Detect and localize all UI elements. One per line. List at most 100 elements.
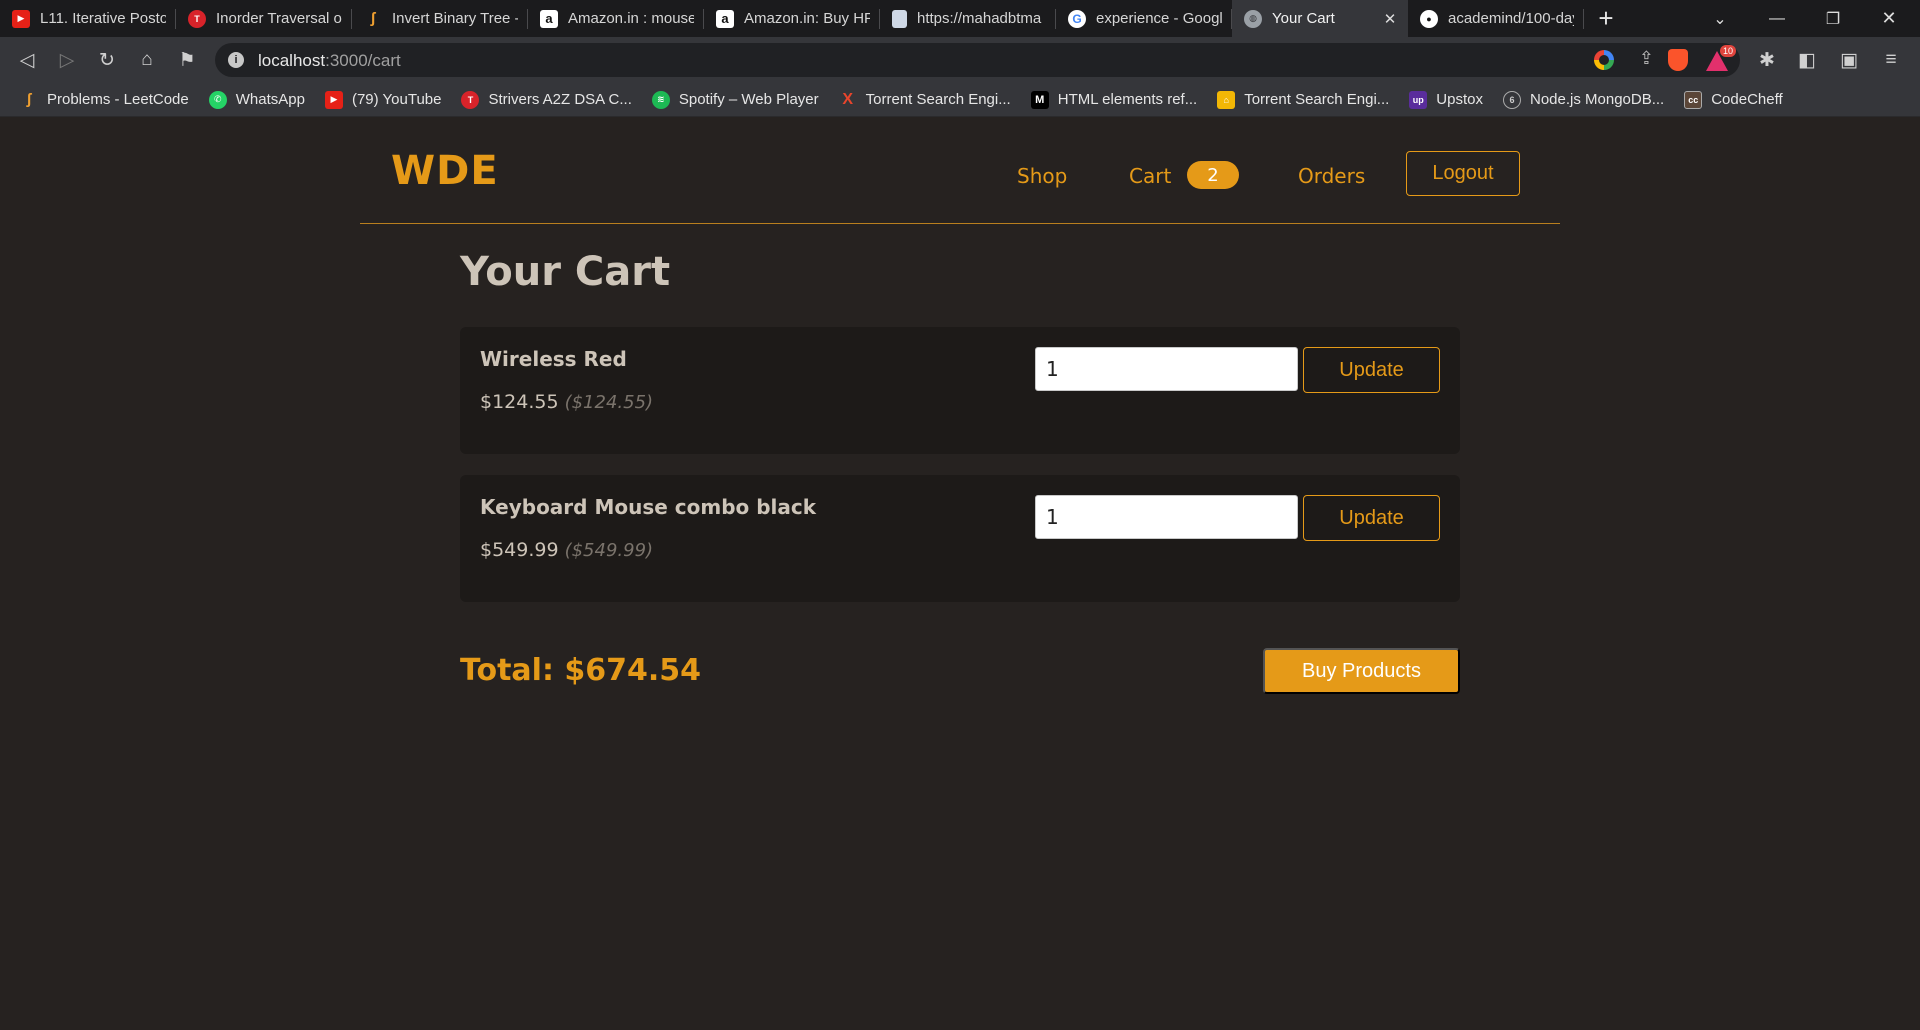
menu-icon[interactable]: ≡	[1876, 45, 1906, 75]
page-title: Your Cart	[460, 249, 671, 295]
google-lens-icon[interactable]	[1594, 50, 1614, 70]
extensions-icon[interactable]: ✱	[1752, 45, 1782, 75]
browser-tab[interactable]: ʃ Invert Binary Tree -	[352, 0, 528, 37]
item-name: Keyboard Mouse combo black	[480, 495, 817, 519]
close-tab-icon[interactable]: ✕	[1382, 10, 1398, 28]
cart-total: Total: $674.54	[460, 653, 702, 688]
site-logo[interactable]: WDE	[391, 148, 499, 194]
update-quantity-button[interactable]: Update	[1303, 347, 1440, 393]
browser-tab[interactable]: ▶ L11. Iterative Postor	[0, 0, 176, 37]
browser-tab-active[interactable]: ◍ Your Cart ✕	[1232, 0, 1408, 37]
bookmark-item[interactable]: ✆ WhatsApp	[208, 90, 305, 109]
bookmark-item[interactable]: T Strivers A2Z DSA C...	[461, 90, 632, 109]
tab-strip: ▶ L11. Iterative Postor T Inorder Traver…	[0, 0, 1920, 37]
brave-shields-icon[interactable]	[1668, 49, 1688, 71]
browser-tab[interactable]: a Amazon.in : mouse	[528, 0, 704, 37]
bookmark-icon[interactable]: ⚑	[172, 45, 202, 75]
spotify-icon: ≋	[651, 90, 670, 109]
upstox-icon: up	[1409, 90, 1428, 109]
quantity-input[interactable]	[1035, 347, 1298, 391]
nav-orders-link[interactable]: Orders	[1298, 164, 1365, 188]
bookmark-label: Node.js MongoDB...	[1529, 91, 1665, 108]
globe-icon: ◍	[1244, 9, 1262, 28]
bookmark-item[interactable]: ʃ Problems - LeetCode	[20, 91, 189, 109]
amazon-icon: a	[716, 9, 734, 28]
bookmark-item[interactable]: ≋ Spotify – Web Player	[651, 90, 819, 109]
tab-title: Amazon.in : mouse	[568, 10, 694, 27]
node-mongo-icon: 6	[1502, 90, 1521, 109]
bookmark-label: CodeCheff	[1711, 91, 1783, 108]
brave-rewards-icon[interactable]: 10	[1706, 45, 1736, 71]
codechef-icon: cc	[1684, 90, 1703, 109]
url-text[interactable]: localhost:3000/cart	[258, 51, 401, 71]
browser-tab[interactable]: https://mahadbtma	[880, 0, 1056, 37]
bookmark-label: Torrent Search Engi...	[865, 91, 1011, 108]
mdn-icon: M	[1030, 90, 1049, 109]
site-header: WDE Shop Cart 2 Orders Logout	[360, 118, 1560, 224]
tab-title: Inorder Traversal of	[216, 10, 342, 27]
bookmark-item[interactable]: M HTML elements ref...	[1030, 90, 1198, 109]
github-icon: ●	[1420, 9, 1438, 28]
item-total-price: $124.55	[480, 391, 559, 413]
tab-title: academind/100-day	[1448, 10, 1574, 27]
address-bar[interactable]: i localhost:3000/cart ⇪ 10	[215, 43, 1740, 77]
site-info-icon[interactable]: i	[228, 52, 244, 68]
leetcode-icon: ʃ	[26, 91, 32, 108]
google-icon: G	[1068, 9, 1086, 28]
new-tab-button[interactable]: +	[1584, 0, 1628, 37]
browser-toolbar: ◁ ▷ ↻ ⌂ ⚑ i localhost:3000/cart ⇪ 10 ✱ ◧…	[0, 37, 1920, 83]
back-icon[interactable]: ◁	[12, 45, 42, 75]
youtube-icon: ▶	[12, 9, 30, 28]
nav-cart-link[interactable]: Cart	[1129, 164, 1171, 188]
bookmark-item[interactable]: up Upstox	[1409, 90, 1483, 109]
torrent-x-icon: X	[842, 90, 853, 108]
url-path: :3000/cart	[325, 51, 401, 70]
browser-tab[interactable]: a Amazon.in: Buy HP	[704, 0, 880, 37]
bookmark-label: HTML elements ref...	[1057, 91, 1198, 108]
bookmark-label: Strivers A2Z DSA C...	[488, 91, 632, 108]
cart-count-badge: 2	[1187, 161, 1239, 189]
forward-icon[interactable]: ▷	[52, 45, 82, 75]
bookmark-label: Problems - LeetCode	[47, 91, 189, 108]
home-icon[interactable]: ⌂	[132, 45, 162, 75]
leetcode-icon: ʃ	[370, 10, 376, 27]
document-icon	[892, 9, 907, 28]
restore-icon[interactable]: ❐	[1805, 0, 1861, 37]
cart-item: Wireless Red $124.55($124.55) Update	[460, 327, 1460, 454]
tab-title: Amazon.in: Buy HP	[744, 10, 870, 27]
tab-title: experience - Googl	[1096, 10, 1222, 27]
tuf-icon: T	[188, 9, 206, 28]
item-unit-price: ($549.99)	[564, 540, 654, 561]
bookmark-item[interactable]: X Torrent Search Engi...	[839, 90, 1011, 109]
tab-title: Invert Binary Tree -	[392, 10, 518, 27]
minimize-icon[interactable]: —	[1749, 0, 1805, 37]
browser-tab[interactable]: ● academind/100-day	[1408, 0, 1584, 37]
update-quantity-button[interactable]: Update	[1303, 495, 1440, 541]
share-icon[interactable]: ⇪	[1639, 48, 1654, 69]
buy-products-button[interactable]: Buy Products	[1263, 648, 1460, 694]
whatsapp-icon: ✆	[208, 90, 227, 109]
bookmark-item[interactable]: ⌂ Torrent Search Engi...	[1217, 90, 1389, 109]
url-host: localhost	[258, 51, 326, 70]
bookmark-label: Spotify – Web Player	[678, 91, 819, 108]
cart-item: Keyboard Mouse combo black $549.99 ($549.…	[460, 475, 1460, 602]
browser-tab[interactable]: G experience - Googl	[1056, 0, 1232, 37]
bookmark-item[interactable]: ▶ (79) YouTube	[324, 90, 441, 109]
sidebar-icon[interactable]: ◧	[1792, 45, 1822, 75]
lock-open-icon: ⌂	[1217, 90, 1236, 109]
tab-search-icon[interactable]: ⌄	[1692, 0, 1748, 37]
logout-button[interactable]: Logout	[1406, 151, 1520, 196]
browser-tab[interactable]: T Inorder Traversal of	[176, 0, 352, 37]
tuf-icon: T	[461, 90, 480, 109]
item-price-line: $124.55 ($124.55)	[480, 391, 653, 413]
reload-icon[interactable]: ↻	[92, 45, 122, 75]
item-name: Wireless Red	[480, 347, 627, 371]
nav-shop-link[interactable]: Shop	[1017, 164, 1067, 188]
bookmarks-bar: ʃ Problems - LeetCode ✆ WhatsApp ▶ (79) You…	[0, 83, 1920, 117]
close-window-icon[interactable]: ✕	[1861, 0, 1917, 37]
youtube-icon: ▶	[324, 90, 343, 109]
wallet-icon[interactable]: ▣	[1834, 45, 1864, 75]
bookmark-item[interactable]: cc CodeCheff	[1684, 90, 1783, 109]
bookmark-item[interactable]: 6 Node.js MongoDB...	[1502, 90, 1665, 109]
quantity-input[interactable]	[1035, 495, 1298, 539]
